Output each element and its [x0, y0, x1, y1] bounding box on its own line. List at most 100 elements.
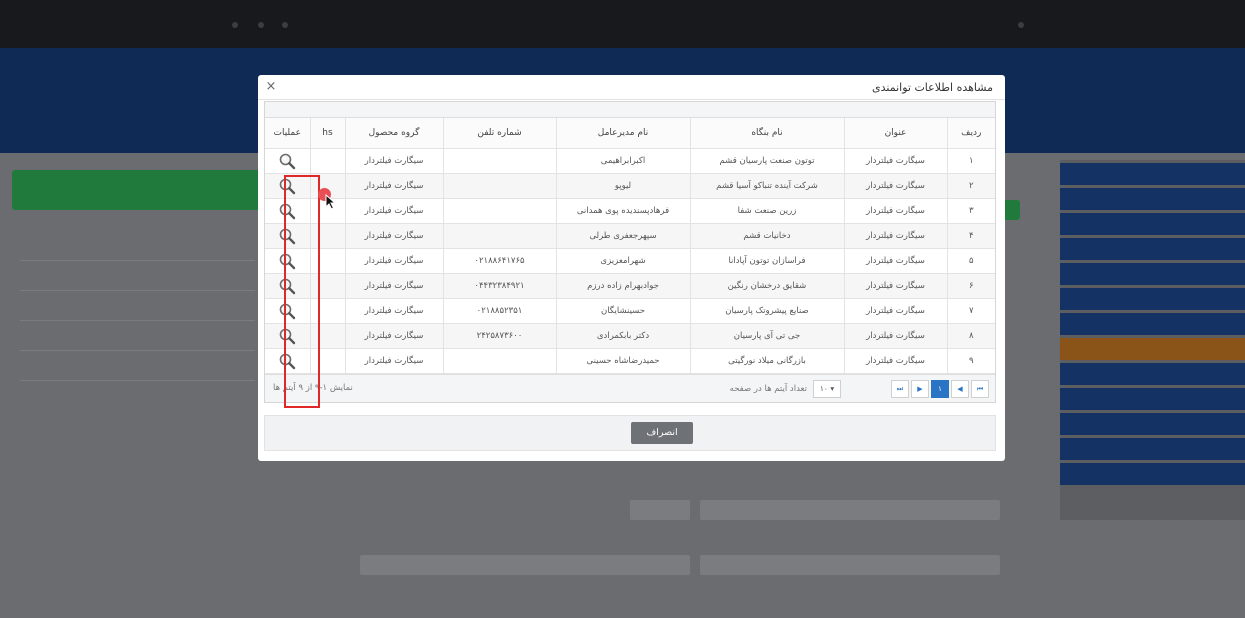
table-cell: بازرگانی میلاد نورگیتی: [690, 348, 845, 374]
table-cell: [310, 298, 346, 324]
background-divider: [20, 380, 255, 381]
table-cell: [310, 323, 346, 349]
background-sidebar-item: [1060, 413, 1245, 435]
magnifier-icon[interactable]: [278, 302, 296, 320]
background-field: [700, 500, 1000, 520]
table-row: ۱ سیگارت فیلتردار توتون صنعت پارسیان قشم اک…: [265, 148, 995, 174]
background-topbar: [0, 0, 1245, 48]
operations-cell: [265, 273, 311, 299]
operations-cell: [265, 323, 311, 349]
column-header: شماره تلفن: [443, 118, 557, 149]
pager-buttons: ⏮ ◀ ۱ ▶ ⏭: [891, 380, 989, 398]
magnifier-icon[interactable]: [278, 327, 296, 345]
table-cell: اکبرابراهیمی: [556, 148, 691, 174]
table-cell: حسینشایگان: [556, 298, 691, 324]
pager-first-button[interactable]: ⏮: [971, 380, 989, 398]
table-cell: سیگارت فیلتردار: [844, 173, 948, 199]
table-cell: جی تی آی پارسیان: [690, 323, 845, 349]
pager-info: نمایش ۱-۹ از ۹ آیتم ها: [273, 383, 353, 393]
table-cell: سیگارت فیلتردار: [844, 348, 948, 374]
table-header-row: ردیف عنوان نام بنگاه نام مدیرعامل شماره تلفن…: [265, 118, 995, 149]
magnifier-icon[interactable]: [278, 152, 296, 170]
modal-title: مشاهده اطلاعات توانمندی: [872, 81, 993, 94]
table-cell: ۵: [947, 248, 995, 274]
table-cell: سیگارت فیلتردار: [844, 298, 948, 324]
table-cell: شقایق درخشان رنگین: [690, 273, 845, 299]
column-header: نام بنگاه: [690, 118, 845, 149]
cancel-button[interactable]: انصراف: [631, 422, 693, 444]
table-cell: فراسازان توتون آپادانا: [690, 248, 845, 274]
table-cell: دخانیات قشم: [690, 223, 845, 249]
table-cell: سیگارت فیلتردار: [844, 198, 948, 224]
page-size-select[interactable]: ۱۰ ▾: [813, 380, 841, 398]
magnifier-icon[interactable]: [278, 227, 296, 245]
background-sidebar-item: [1060, 288, 1245, 310]
background-dot-icon: [232, 22, 238, 28]
column-header: عنوان: [844, 118, 948, 149]
table-cell: [443, 173, 557, 199]
table-cell: سیگارت فیلتردار: [844, 223, 948, 249]
operations-cell: [265, 223, 311, 249]
pager-next-button[interactable]: ▶: [911, 380, 929, 398]
magnifier-icon[interactable]: [278, 352, 296, 370]
table-cell: ۰۴۴۳۲۳۸۴۹۲۱: [443, 273, 557, 299]
grid-pager: ⏮ ◀ ۱ ▶ ⏭ ۱۰ ▾ تعداد آیتم ها در صفحه نما…: [265, 374, 995, 402]
operations-cell: [265, 198, 311, 224]
capability-table: ردیف عنوان نام بنگاه نام مدیرعامل شماره تلفن…: [265, 118, 995, 374]
table-cell: جوادبهرام زاده درزم: [556, 273, 691, 299]
page-size-label: تعداد آیتم ها در صفحه: [729, 384, 807, 394]
pager-prev-button[interactable]: ◀: [951, 380, 969, 398]
background-divider: [20, 320, 255, 321]
table-cell: ۷: [947, 298, 995, 324]
magnifier-icon[interactable]: [278, 252, 296, 270]
operations-cell: [265, 298, 311, 324]
table-cell: صنایع پیشروتک پارسیان: [690, 298, 845, 324]
magnifier-icon[interactable]: [278, 277, 296, 295]
table-cell: سیگارت فیلتردار: [345, 223, 444, 249]
background-dot-icon: [1018, 22, 1024, 28]
magnifier-icon[interactable]: [278, 177, 296, 195]
operations-cell: [265, 348, 311, 374]
table-cell: زرین صنعت شفا: [690, 198, 845, 224]
table-cell: سیگارت فیلتردار: [345, 148, 444, 174]
table-cell: ۰۲۱۸۸۵۲۳۵۱: [443, 298, 557, 324]
table-body: ۱ سیگارت فیلتردار توتون صنعت پارسیان قشم اک…: [265, 148, 995, 374]
table-cell: سپهرجعفری طرلی: [556, 223, 691, 249]
column-header: ردیف: [947, 118, 995, 149]
table-cell: سیگارت فیلتردار: [345, 173, 444, 199]
operations-cell: [265, 248, 311, 274]
table-cell: سیگارت فیلتردار: [844, 323, 948, 349]
pager-last-button[interactable]: ⏭: [891, 380, 909, 398]
table-row: ۲ سیگارت فیلتردار شرکت آینده تنباکو آسیا ق…: [265, 173, 995, 199]
table-cell: [310, 348, 346, 374]
table-cell: توتون صنعت پارسیان قشم: [690, 148, 845, 174]
table-cell: سیگارت فیلتردار: [345, 248, 444, 274]
table-cell: [443, 148, 557, 174]
table-cell: ۰۲۱۸۸۶۴۱۷۶۵: [443, 248, 557, 274]
background-sidebar-item: [1060, 213, 1245, 235]
background-green-banner: [12, 170, 262, 210]
table-cell: سیگارت فیلتردار: [844, 248, 948, 274]
table-cell: ۶: [947, 273, 995, 299]
close-icon[interactable]: ×: [264, 79, 278, 94]
table-cell: ۳: [947, 198, 995, 224]
background-sidebar-item: [1060, 438, 1245, 460]
table-cell: حمیدرضاشاه حسینی: [556, 348, 691, 374]
table-cell: ۴: [947, 223, 995, 249]
column-header: hs: [310, 118, 346, 149]
table-cell: شهرامعزیزی: [556, 248, 691, 274]
table-cell: سیگارت فیلتردار: [345, 323, 444, 349]
background-sidebar-item: [1060, 463, 1245, 485]
table-row: ۵ سیگارت فیلتردار فراسازان توتون آپادانا شه…: [265, 248, 995, 274]
background-sidebar-item: [1060, 238, 1245, 260]
background-form: [20, 460, 1020, 600]
magnifier-icon[interactable]: [278, 202, 296, 220]
operations-cell: [265, 148, 311, 174]
table-cell: [310, 223, 346, 249]
background-sidebar-item: [1060, 363, 1245, 385]
table-cell: شرکت آینده تنباکو آسیا قشم: [690, 173, 845, 199]
table-cell: سیگارت فیلتردار: [844, 148, 948, 174]
table-cell: [443, 223, 557, 249]
background-sidebar-item: [1060, 313, 1245, 335]
pager-page-button[interactable]: ۱: [931, 380, 949, 398]
